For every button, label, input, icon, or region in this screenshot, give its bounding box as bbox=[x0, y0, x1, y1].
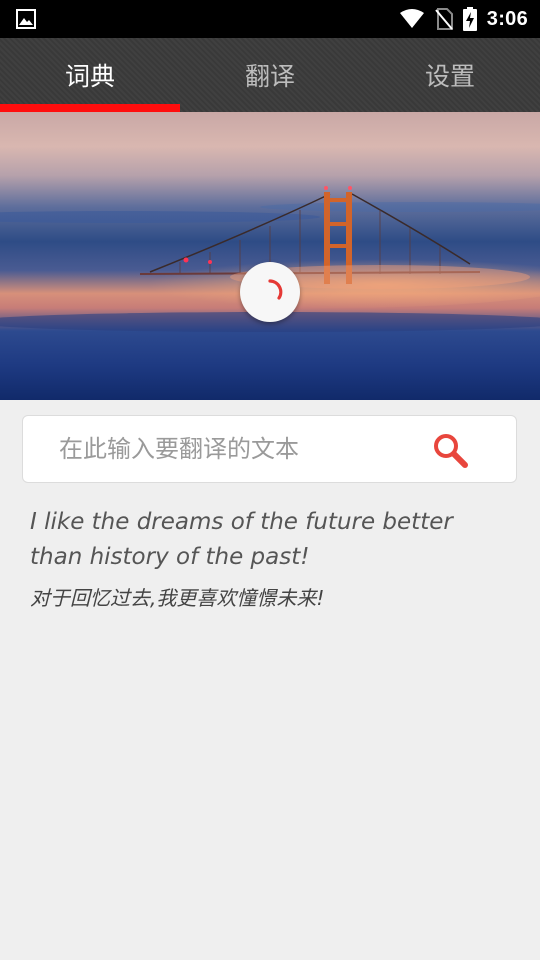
daily-quote: I like the dreams of the future better t… bbox=[30, 505, 500, 613]
status-bar: 3:06 bbox=[0, 0, 540, 38]
no-sim-icon bbox=[435, 8, 453, 30]
quote-chinese: 对于回忆过去,我更喜欢憧憬未来! bbox=[30, 586, 325, 610]
search-input[interactable] bbox=[59, 416, 419, 482]
battery-charging-icon bbox=[462, 7, 477, 31]
tab-settings[interactable]: 设置 bbox=[360, 38, 540, 112]
bridge-fog-photo bbox=[0, 112, 540, 400]
banner-image bbox=[0, 112, 540, 400]
active-tab-indicator bbox=[0, 104, 180, 112]
tab-translate[interactable]: 翻译 bbox=[180, 38, 360, 112]
spinner-arc-icon bbox=[268, 279, 283, 300]
tab-label: 设置 bbox=[424, 62, 475, 91]
gallery-icon bbox=[16, 9, 36, 29]
search-box bbox=[22, 415, 517, 483]
tab-bar: 词典 翻译 设置 bbox=[0, 38, 540, 112]
tab-dictionary[interactable]: 词典 bbox=[0, 38, 180, 112]
search-button[interactable] bbox=[428, 428, 472, 472]
tab-label: 词典 bbox=[64, 62, 115, 91]
search-icon bbox=[434, 434, 468, 468]
wifi-icon bbox=[399, 9, 424, 28]
tab-label: 翻译 bbox=[244, 62, 295, 91]
status-time: 3:06 bbox=[486, 7, 528, 30]
quote-english: I like the dreams of the future better t… bbox=[30, 509, 453, 570]
loading-spinner bbox=[240, 262, 300, 322]
